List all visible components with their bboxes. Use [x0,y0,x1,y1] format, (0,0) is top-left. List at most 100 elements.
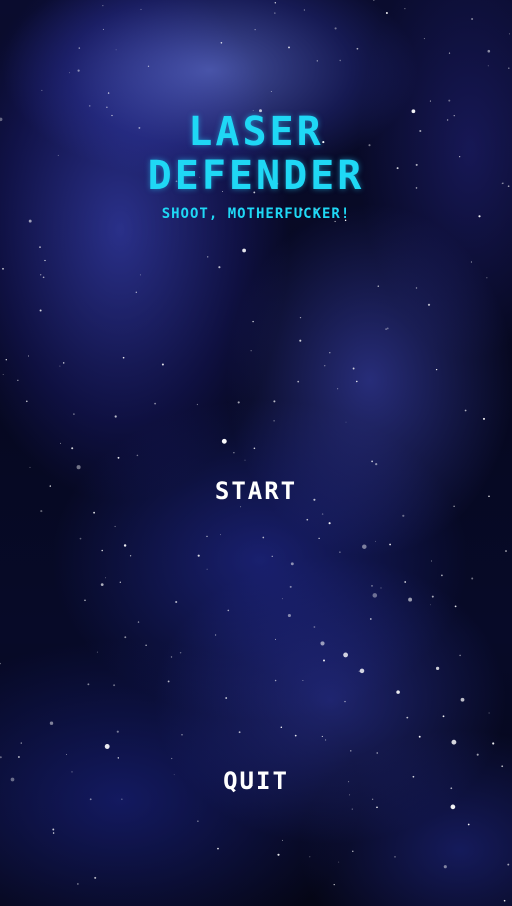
star [274,2,276,4]
star [429,604,431,606]
star [253,447,256,450]
star [418,735,421,738]
star [412,775,415,778]
star [299,339,302,342]
star [344,700,346,703]
star [0,662,1,665]
star [139,274,141,276]
star [93,511,95,514]
star [215,634,217,636]
star [350,750,352,752]
star [20,742,22,744]
star [167,680,170,683]
star [380,587,382,589]
star [69,72,71,74]
star [503,899,506,902]
star [27,355,29,357]
star [221,438,227,444]
star [89,798,92,801]
star [52,832,55,834]
star [318,537,320,540]
star [281,839,283,841]
star [41,89,43,91]
star [117,757,119,759]
star [100,583,104,586]
star [88,105,91,107]
star [96,651,98,653]
star [486,277,488,279]
star [441,574,443,577]
star [402,514,405,517]
star [124,636,127,639]
star [2,374,4,376]
star [73,413,75,415]
star [220,534,221,536]
star [94,876,97,879]
start-button[interactable]: START [156,471,356,511]
star [309,856,311,858]
star [297,380,300,383]
star [343,652,349,658]
star [470,261,472,263]
star [140,8,142,11]
star [448,99,451,102]
star [252,320,254,323]
star [328,522,331,525]
star [351,808,353,810]
star [385,328,387,330]
star [460,697,465,702]
star [17,379,19,381]
star [116,730,119,733]
star [488,712,490,714]
star [415,287,418,289]
star [254,29,256,31]
star [237,401,240,404]
star [450,787,453,790]
star [26,400,28,403]
star [371,585,373,587]
star [10,777,15,782]
star [154,402,157,405]
star [386,327,389,330]
star [227,609,230,612]
star [107,92,110,94]
star [431,560,432,562]
star [262,536,265,539]
star [122,356,125,359]
star [375,463,378,466]
star [337,388,339,390]
star [66,754,67,755]
star [113,684,116,687]
star [406,716,409,719]
star [404,581,407,583]
star [39,309,42,312]
star [358,670,360,672]
star [505,550,507,552]
star [60,442,61,444]
star [84,599,86,602]
star [40,510,43,513]
star [431,595,434,598]
star [303,9,305,11]
star [488,495,490,498]
star [77,69,80,72]
star [62,362,65,364]
star [404,8,406,10]
star [78,47,81,49]
star [277,853,280,856]
star [115,49,117,51]
star [471,17,474,21]
star [454,605,457,608]
star [2,267,4,270]
star [170,656,173,658]
star [207,256,209,258]
star [329,352,331,354]
star [316,60,318,62]
star [105,577,107,579]
star [453,505,455,507]
star [487,65,489,67]
star [59,365,61,367]
star [117,456,120,459]
star [161,363,164,366]
quit-button[interactable]: QUIT [156,761,356,801]
